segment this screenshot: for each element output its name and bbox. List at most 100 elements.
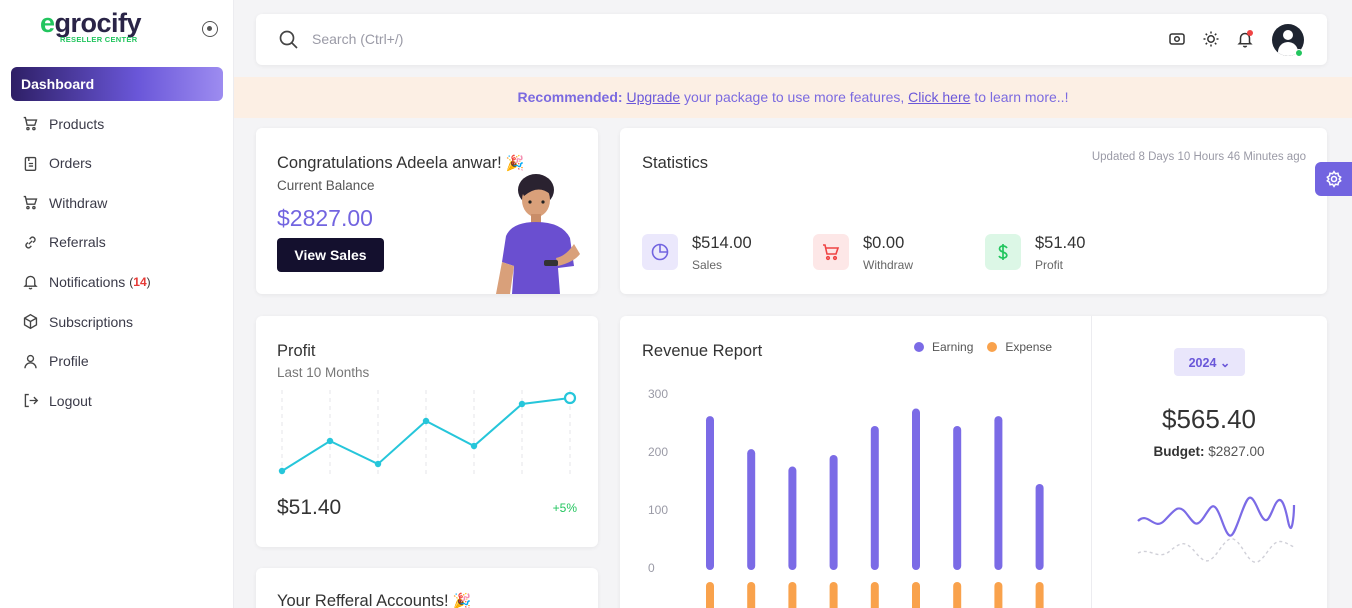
banner-middle-text: your package to use more features, — [684, 89, 905, 105]
profit-title: Profit — [277, 342, 316, 360]
revenue-report-card: Revenue Report Earning Expense 300 200 100… — [620, 316, 1327, 608]
sidebar-item-subscriptions[interactable]: Subscriptions — [11, 305, 223, 339]
profit-point — [374, 460, 382, 468]
sidebar-item-label: Logout — [49, 392, 92, 409]
sidebar-item-label: Subscriptions — [49, 313, 134, 330]
sidebar-item-notifications[interactable]: Notifications (14) — [11, 265, 223, 299]
sidebar-item-label: Profile — [49, 353, 89, 370]
referral-card: Your Refferal Accounts! 🎉 — [256, 568, 598, 608]
notification-count-badge: (14) — [129, 274, 151, 289]
cart-icon — [23, 116, 38, 131]
sun-icon[interactable] — [1202, 30, 1220, 48]
profit-point — [563, 391, 577, 405]
banner-suffix-text: to learn more..! — [974, 89, 1069, 105]
notification-count: 14 — [133, 274, 147, 289]
pie-chart-icon — [642, 234, 678, 270]
chevron-down-icon: ⌄ — [1219, 355, 1231, 370]
sidebar-item-dashboard[interactable]: Dashboard — [11, 67, 223, 101]
referral-title: Your Refferal Accounts! 🎉 — [277, 592, 471, 608]
sidebar-item-label: Referrals — [49, 234, 106, 251]
brand-logo-text: grocify — [54, 8, 142, 38]
legend-earning: Earning — [914, 340, 973, 354]
divider — [1091, 316, 1092, 608]
y-tick-label: 200 — [648, 445, 668, 459]
sidebar-item-referrals[interactable]: Referrals — [11, 225, 223, 259]
sidebar-nav: Dashboard Products Orders Withdraw Refer… — [11, 67, 223, 423]
stat-withdraw: $0.00 Withdraw — [813, 234, 973, 274]
year-dropdown-label: 2024 — [1188, 355, 1217, 370]
currency-icon[interactable] — [1168, 30, 1186, 48]
sidebar-item-label: Products — [49, 115, 105, 132]
stat-label: Sales — [692, 258, 723, 272]
y-tick-label: 300 — [648, 387, 668, 401]
box-icon — [23, 313, 38, 330]
online-status-dot — [1295, 49, 1303, 57]
revenue-amount: $565.40 — [1162, 404, 1256, 434]
recommendation-banner: Recommended: Upgrade your package to use… — [234, 77, 1352, 118]
budget-sparkline — [1137, 496, 1296, 563]
year-dropdown[interactable]: 2024 ⌄ — [1174, 348, 1245, 376]
sidebar-item-logout[interactable]: Logout — [11, 384, 223, 418]
stat-label: Withdraw — [863, 258, 914, 272]
settings-gear-icon[interactable] — [1315, 162, 1352, 196]
profit-point — [470, 442, 478, 450]
y-tick-label: 0 — [648, 561, 655, 575]
stat-value: $514.00 — [692, 234, 752, 252]
congrats-title-text: Congratulations Adeela anwar! — [277, 154, 502, 172]
statistics-updated: Updated 8 Days 10 Hours 46 Minutes ago — [1091, 151, 1306, 163]
congrats-card: Congratulations Adeela anwar! 🎉 Current B… — [256, 128, 598, 294]
revenue-title: Revenue Report — [642, 342, 763, 360]
search-icon[interactable] — [278, 29, 299, 50]
budget-value: $2827.00 — [1208, 444, 1265, 459]
cart-icon — [23, 196, 38, 210]
budget-label: Budget: — [1153, 444, 1205, 459]
revenue-legend: Earning Expense — [914, 340, 1052, 354]
stat-value: $0.00 — [863, 234, 905, 252]
sidebar-item-label: Withdraw — [49, 194, 108, 211]
dollar-icon — [985, 234, 1021, 270]
legend-earning-label: Earning — [932, 340, 974, 354]
revenue-bar-chart: 300 200 100 0 — [648, 387, 1044, 608]
balance-amount: $2827.00 — [277, 205, 373, 231]
sidebar-item-profile[interactable]: Profile — [11, 344, 223, 378]
sidebar-item-label: Orders — [49, 155, 92, 172]
clipboard-icon — [24, 156, 37, 171]
stat-profit: $51.40 Profit — [985, 234, 1145, 274]
balance-label: Current Balance — [277, 178, 375, 193]
sidebar-collapse-icon[interactable] — [202, 21, 218, 37]
legend-expense-label: Expense — [1005, 340, 1053, 354]
profit-point — [518, 400, 526, 408]
bell-icon — [23, 276, 38, 290]
banner-prefix: Recommended: — [517, 89, 623, 105]
upgrade-link[interactable]: Upgrade — [626, 89, 680, 105]
stat-label: Profit — [1035, 258, 1064, 272]
profit-card: Profit Last 10 Months $51.40 +5% — [256, 316, 598, 547]
y-tick-label: 100 — [648, 503, 668, 517]
profit-point — [326, 437, 334, 445]
brand-logo-e: e — [40, 8, 55, 38]
brand-logo[interactable]: egrocify RESELLER CENTER — [40, 8, 142, 44]
character-illustration — [496, 174, 580, 294]
sidebar-item-orders[interactable]: Orders — [11, 146, 223, 180]
profit-point — [278, 467, 286, 475]
sidebar: egrocify RESELLER CENTER Dashboard Produ… — [0, 0, 234, 608]
revenue-budget: Budget: $2827.00 — [1091, 444, 1327, 459]
cart-icon — [813, 234, 849, 270]
user-icon — [24, 354, 37, 369]
sidebar-item-withdraw[interactable]: Withdraw — [11, 186, 223, 220]
profit-subtitle: Last 10 Months — [277, 365, 370, 380]
referral-title-text: Your Refferal Accounts! — [277, 592, 449, 608]
party-popper-icon: 🎉 — [452, 593, 472, 608]
statistics-title: Statistics — [642, 154, 709, 172]
sidebar-item-label: Notifications — [49, 273, 126, 290]
sidebar-item-products[interactable]: Products — [11, 107, 223, 141]
statistics-card: Statistics Updated 8 Days 10 Hours 46 Mi… — [620, 128, 1327, 294]
stat-sales: $514.00 Sales — [642, 234, 802, 274]
view-sales-button[interactable]: View Sales — [277, 238, 384, 272]
profit-amount: $51.40 — [277, 496, 342, 519]
profit-point — [422, 417, 430, 425]
legend-expense: Expense — [987, 340, 1052, 354]
click-here-link[interactable]: Click here — [908, 89, 970, 105]
profit-change: +5% — [552, 501, 577, 515]
search-input[interactable] — [312, 26, 912, 52]
